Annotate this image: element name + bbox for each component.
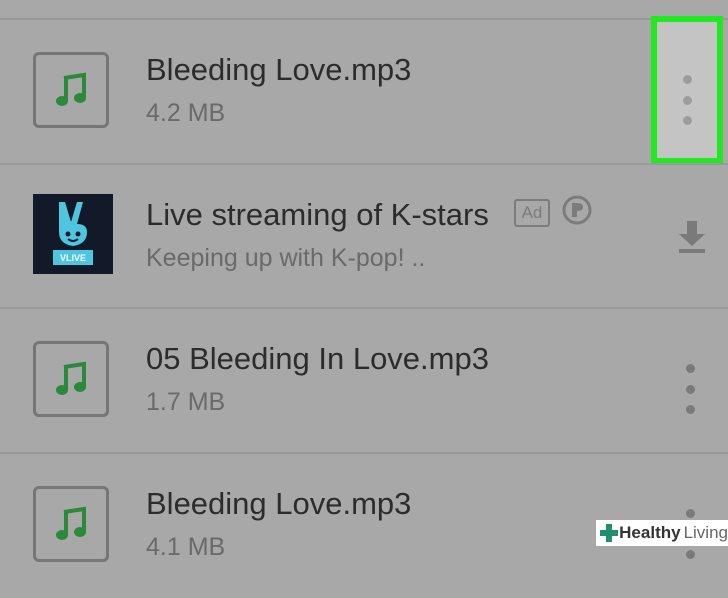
- watermark-light: Living: [683, 523, 728, 542]
- ad-choices-icon[interactable]: [561, 194, 593, 226]
- vlive-logo-text: VLIVE: [59, 252, 86, 263]
- more-vert-icon: [675, 75, 699, 125]
- ad-title: Live streaming of K-stars: [146, 197, 489, 232]
- plus-cross-icon: [600, 524, 619, 542]
- watermark-bold: Healthy: [619, 523, 681, 542]
- ad-badge: Ad: [514, 199, 550, 227]
- list-item-bleeding-love[interactable]: Bleeding Love.mp3 4.2 MB: [0, 20, 728, 164]
- item-title: Bleeding Love.mp3: [146, 52, 412, 87]
- highlighted-more-options-button[interactable]: [651, 16, 723, 164]
- download-icon[interactable]: [676, 219, 708, 253]
- more-vert-icon[interactable]: [678, 364, 702, 414]
- music-note-icon: [33, 486, 109, 562]
- item-size: 4.2 MB: [146, 99, 226, 127]
- watermark: Healthy Living: [596, 520, 728, 546]
- vlive-logo: VLIVE: [33, 194, 113, 274]
- item-size: 4.1 MB: [146, 533, 226, 561]
- item-title: 05 Bleeding In Love.mp3: [146, 341, 489, 376]
- item-size: 1.7 MB: [146, 388, 226, 416]
- music-note-icon: [33, 52, 109, 128]
- list-item-05-bleeding-in-love[interactable]: 05 Bleeding In Love.mp3 1.7 MB: [0, 309, 728, 453]
- ad-subtitle: Keeping up with K-pop! ..: [146, 244, 426, 272]
- music-note-icon: [33, 341, 109, 417]
- item-title: Bleeding Love.mp3: [146, 486, 412, 521]
- file-list: Bleeding Love.mp3 4.2 MB Live streaming …: [0, 0, 728, 562]
